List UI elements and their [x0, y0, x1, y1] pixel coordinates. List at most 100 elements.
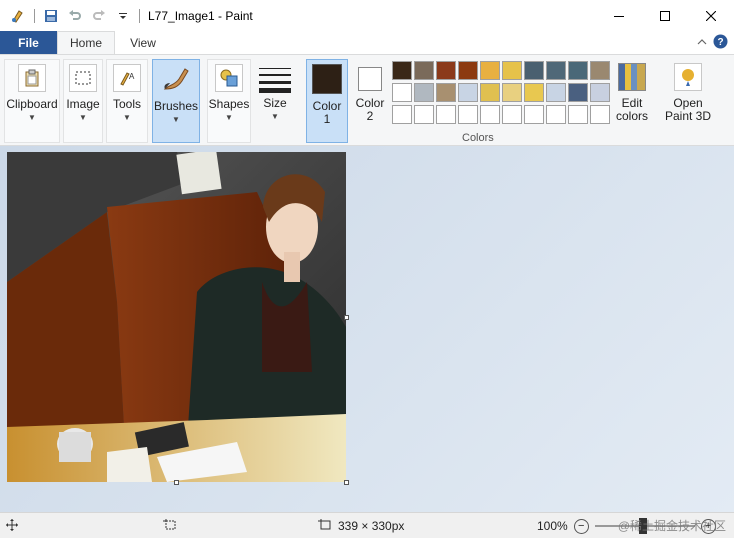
palette-swatch[interactable] — [546, 105, 566, 124]
crosshair-icon — [6, 518, 18, 534]
palette-swatch[interactable] — [414, 61, 434, 80]
palette-swatch[interactable] — [568, 105, 588, 124]
brushes-label: Brushes — [153, 99, 199, 113]
clipboard-label: Clipboard — [6, 97, 58, 111]
palette-swatch[interactable] — [546, 61, 566, 80]
tab-view[interactable]: View — [120, 31, 166, 54]
palette-swatch[interactable] — [480, 105, 500, 124]
cursor-position — [6, 513, 18, 538]
image-dimensions: 339 × 330px — [318, 513, 404, 538]
color1-swatch — [312, 64, 342, 94]
palette-swatch[interactable] — [436, 61, 456, 80]
brush-icon — [159, 64, 193, 94]
size-button[interactable]: Size ▼ — [255, 59, 295, 143]
palette-swatch[interactable] — [502, 61, 522, 80]
palette-swatch[interactable] — [524, 105, 544, 124]
palette-swatch[interactable] — [480, 83, 500, 102]
tools-button[interactable]: A Tools ▼ — [106, 59, 148, 143]
chevron-down-icon: ▼ — [123, 113, 131, 122]
tab-file[interactable]: File — [0, 31, 57, 54]
brushes-button[interactable]: Brushes ▼ — [152, 59, 200, 143]
dimensions-text: 339 × 330px — [338, 519, 405, 533]
title-bar: L77_Image1 - Paint — [0, 0, 734, 31]
ribbon-tabs: File Home View ? — [0, 31, 734, 54]
shapes-icon — [215, 64, 243, 92]
ribbon-extras: ? — [697, 34, 728, 52]
svg-text:?: ? — [717, 37, 723, 48]
selection-icon — [163, 518, 177, 534]
chevron-down-icon: ▼ — [28, 113, 36, 122]
resize-handle-bottom[interactable] — [174, 480, 179, 485]
maximize-button[interactable] — [642, 0, 688, 31]
image-button[interactable]: Image ▼ — [63, 59, 103, 143]
colors-group-label: Colors — [462, 132, 494, 144]
shapes-label: Shapes — [208, 97, 250, 111]
chevron-down-icon: ▼ — [271, 112, 279, 121]
palette-swatch[interactable] — [392, 83, 412, 102]
palette-swatch[interactable] — [502, 83, 522, 102]
chevron-down-icon: ▼ — [225, 113, 233, 122]
clipboard-icon — [18, 64, 46, 92]
close-button[interactable] — [688, 0, 734, 31]
palette-swatch[interactable] — [590, 61, 610, 80]
palette-swatch[interactable] — [590, 105, 610, 124]
status-bar: 339 × 330px 100% − + @稀土掘金技术社区 — [0, 512, 734, 538]
palette-swatch[interactable] — [458, 105, 478, 124]
zoom-level: 100% — [537, 519, 568, 533]
line-size-icon — [258, 63, 292, 95]
open-paint3d-button[interactable]: Open Paint 3D — [662, 59, 714, 143]
palette-swatch[interactable] — [502, 105, 522, 124]
zoom-out-button[interactable]: − — [573, 518, 589, 534]
palette-swatch[interactable] — [458, 83, 478, 102]
collapse-ribbon-icon[interactable] — [697, 36, 707, 50]
palette-swatch[interactable] — [568, 61, 588, 80]
palette-swatch[interactable] — [392, 61, 412, 80]
tools-icon: A — [113, 64, 141, 92]
color2-label: Color 2 — [355, 96, 385, 123]
photo-image — [7, 152, 346, 482]
tools-label: Tools — [112, 97, 141, 111]
palette-swatch[interactable] — [590, 83, 610, 102]
palette-swatch[interactable] — [436, 105, 456, 124]
ribbon: Clipboard ▼ Image ▼ A Tools ▼ Brushes ▼ … — [0, 54, 734, 146]
color1-label: Color 1 — [312, 99, 342, 126]
minimize-button[interactable] — [596, 0, 642, 31]
palette-swatch[interactable] — [414, 105, 434, 124]
palette-swatch[interactable] — [414, 83, 434, 102]
color2-button[interactable]: Color 2 — [352, 59, 388, 143]
palette-swatch[interactable] — [546, 83, 566, 102]
undo-icon[interactable] — [63, 4, 87, 28]
palette-swatch[interactable] — [524, 61, 544, 80]
window-controls — [596, 0, 734, 31]
resize-handle-corner[interactable] — [344, 480, 349, 485]
clipboard-button[interactable]: Clipboard ▼ — [4, 59, 60, 143]
image-canvas[interactable] — [7, 152, 346, 482]
palette-swatch[interactable] — [524, 83, 544, 102]
color2-swatch — [358, 67, 382, 91]
quick-access-toolbar — [0, 0, 144, 31]
palette-swatch[interactable] — [436, 83, 456, 102]
save-icon[interactable] — [39, 4, 63, 28]
canvas-workspace — [0, 146, 734, 512]
tab-home[interactable]: Home — [57, 31, 115, 54]
size-label: Size — [263, 96, 287, 110]
palette-swatch[interactable] — [458, 61, 478, 80]
edit-colors-button[interactable]: Edit colors — [612, 59, 652, 143]
color1-button[interactable]: Color 1 — [306, 59, 348, 143]
resize-handle-right[interactable] — [344, 315, 349, 320]
paint-app-icon[interactable] — [6, 4, 30, 28]
edit-colors-label: Edit colors — [615, 96, 648, 123]
edit-colors-icon — [618, 63, 646, 91]
separator — [139, 8, 140, 23]
palette-swatch[interactable] — [480, 61, 500, 80]
customize-dropdown-icon[interactable] — [111, 4, 135, 28]
paint3d-icon — [674, 63, 702, 91]
help-icon[interactable]: ? — [713, 34, 728, 52]
palette-swatch[interactable] — [568, 83, 588, 102]
palette-swatch[interactable] — [392, 105, 412, 124]
redo-icon[interactable] — [87, 4, 111, 28]
watermark: @稀土掘金技术社区 — [617, 519, 726, 533]
select-icon — [69, 64, 97, 92]
shapes-button[interactable]: Shapes ▼ — [207, 59, 251, 143]
window-title: L77_Image1 - Paint — [148, 8, 253, 23]
